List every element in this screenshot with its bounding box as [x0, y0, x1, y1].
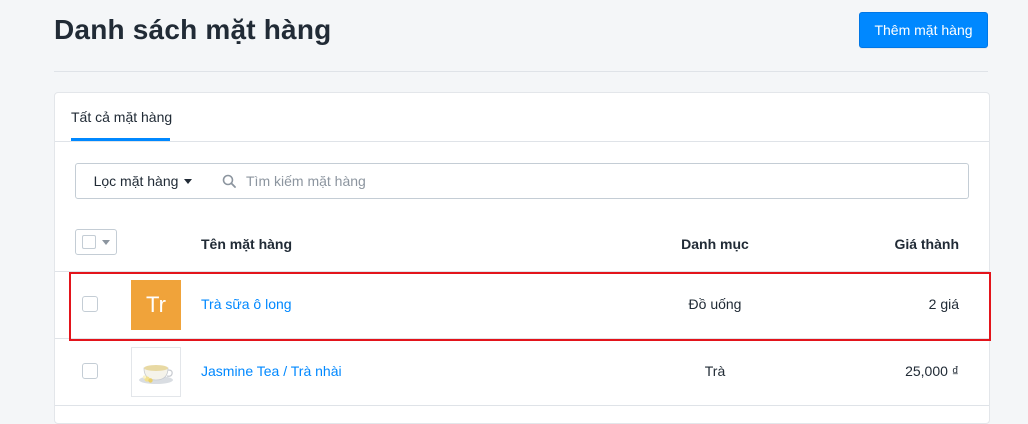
page-title: Danh sách mặt hàng [54, 14, 332, 45]
search-input[interactable] [244, 165, 968, 197]
item-category: Trà [704, 363, 726, 379]
column-header-price: Giá thành [894, 236, 959, 252]
table-row[interactable]: Tr Trà sữa ô long Đồ uống 2 giá [55, 271, 989, 338]
item-name-link[interactable]: Trà sữa ô long [201, 296, 292, 312]
table-row[interactable]: Jasmine Tea / Trà nhài Trà 25,000 ₫ [55, 338, 989, 406]
tab-bar: Tất cả mặt hàng [55, 93, 989, 142]
filter-button-label: Lọc mặt hàng [93, 173, 179, 189]
items-card: Tất cả mặt hàng Lọc mặt hàng Tên mặt hàn… [54, 92, 990, 424]
bulk-select-dropdown[interactable] [75, 229, 117, 255]
tea-cup-image [139, 365, 173, 384]
column-header-category: Danh mục [681, 236, 749, 252]
row-checkbox[interactable] [82, 296, 98, 312]
row-checkbox[interactable] [82, 363, 98, 379]
caret-down-icon [102, 239, 110, 245]
search-box [210, 163, 969, 199]
select-all-checkbox[interactable] [82, 235, 96, 249]
item-category: Đồ uống [688, 296, 742, 312]
item-price: 2 giá [928, 296, 959, 312]
tab-all-items[interactable]: Tất cả mặt hàng [71, 93, 172, 141]
filter-button[interactable]: Lọc mặt hàng [75, 163, 211, 199]
item-price: 25,000 ₫ [905, 363, 959, 379]
item-thumbnail [131, 347, 181, 397]
item-thumbnail: Tr [131, 280, 181, 330]
search-icon [222, 173, 238, 189]
tab-active-underline [71, 138, 170, 141]
header-divider [54, 71, 988, 72]
column-header-name: Tên mặt hàng [201, 236, 293, 252]
item-name-link[interactable]: Jasmine Tea / Trà nhài [201, 363, 342, 379]
add-item-button[interactable]: Thêm mặt hàng [859, 12, 988, 48]
caret-down-icon [184, 178, 193, 184]
